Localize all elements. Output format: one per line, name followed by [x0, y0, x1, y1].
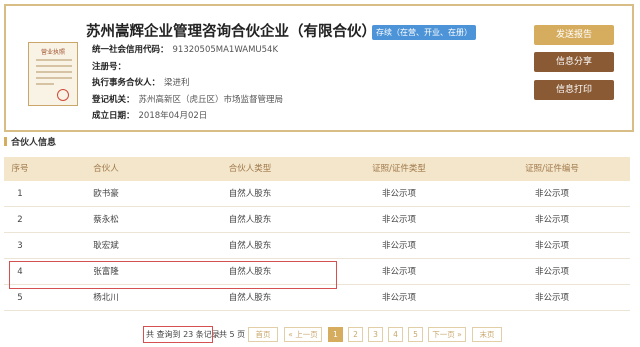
- authority-label: 登记机关：: [92, 94, 135, 105]
- cell-id-number: 非公示项: [534, 189, 569, 199]
- page-button-5[interactable]: 5: [408, 327, 423, 342]
- credit-code-value: 91320505MA1WAMU54K: [172, 45, 279, 55]
- info-row-partner: 执行事务合伙人： 梁进利: [92, 75, 283, 92]
- cell-id-number: 非公示项: [534, 267, 569, 277]
- total-records-highlight-box: [143, 326, 213, 343]
- cell-partner: 欧书豪: [93, 189, 119, 199]
- send-report-button[interactable]: 发送报告: [534, 25, 614, 45]
- cell-id-type: 非公示项: [381, 189, 416, 199]
- cell-id-number: 非公示项: [534, 241, 569, 251]
- cell-partner-type: 自然人股东: [228, 189, 272, 199]
- cell-index: 2: [17, 215, 23, 225]
- authority-value: 苏州高新区（虎丘区）市场监督管理局: [138, 94, 284, 105]
- header-partner-type: 合伙人类型: [228, 164, 272, 174]
- cell-index: 3: [17, 241, 23, 251]
- header-partner: 合伙人: [93, 164, 119, 174]
- table-header: 序号 合伙人 合伙人类型 证照/证件类型 证照/证件编号: [4, 157, 630, 181]
- header-id-number: 证照/证件编号: [525, 164, 579, 174]
- table-row: 1 欧书豪 自然人股东 非公示项 非公示项: [4, 181, 630, 207]
- table-row: 3 耿宏斌 自然人股东 非公示项 非公示项: [4, 233, 630, 259]
- info-row-reg-no: 注册号：: [92, 59, 283, 76]
- info-row-authority: 登记机关： 苏州高新区（虎丘区）市场监督管理局: [92, 92, 283, 109]
- executive-partner-value: 梁进利: [164, 78, 190, 89]
- page-button-1[interactable]: 1: [328, 327, 343, 342]
- section-title-text: 合伙人信息: [11, 138, 57, 148]
- total-pages: 共 5 页: [219, 330, 246, 339]
- prev-page-button[interactable]: « 上一页: [284, 327, 322, 342]
- reg-no-label: 注册号：: [92, 61, 127, 72]
- cell-id-type: 非公示项: [381, 267, 416, 277]
- cell-id-type: 非公示项: [381, 241, 416, 251]
- seal-icon: [57, 89, 69, 101]
- cell-partner-type: 自然人股东: [228, 215, 272, 225]
- info-row-credit-code: 统一社会信用代码： 91320505MA1WAMU54K: [92, 42, 283, 59]
- header-id-type: 证照/证件类型: [372, 164, 426, 174]
- page-button-3[interactable]: 3: [368, 327, 383, 342]
- cell-id-number: 非公示项: [534, 215, 569, 225]
- row-highlight-box: [9, 261, 337, 289]
- section-title: 合伙人信息: [4, 137, 56, 149]
- credit-code-label: 统一社会信用代码：: [92, 45, 169, 55]
- cell-partner: 蔡永松: [93, 215, 119, 225]
- cell-id-type: 非公示项: [381, 215, 416, 225]
- info-row-date: 成立日期： 2018年04月02日: [92, 108, 283, 125]
- established-date-value: 2018年04月02日: [138, 111, 208, 122]
- table-row: 2 蔡永松 自然人股东 非公示项 非公示项: [4, 207, 630, 233]
- cell-partner: 耿宏斌: [93, 241, 119, 251]
- cell-id-type: 非公示项: [381, 293, 416, 303]
- header-index: 序号: [11, 164, 29, 174]
- cell-partner-type: 自然人股东: [228, 241, 272, 251]
- business-license-image[interactable]: 营业执照: [28, 42, 78, 106]
- status-badge: 存续（在营、开业、在册）: [372, 25, 476, 40]
- license-title: 营业执照: [40, 49, 65, 56]
- established-date-label: 成立日期：: [92, 111, 135, 122]
- next-page-button[interactable]: 下一页 »: [428, 327, 466, 342]
- section-marker: [4, 137, 7, 146]
- company-name: 苏州嵩辉企业管理咨询合伙企业（有限合伙）: [86, 24, 376, 40]
- executive-partner-label: 执行事务合伙人：: [92, 78, 161, 89]
- first-page-button[interactable]: 首页: [248, 327, 278, 342]
- cell-index: 1: [17, 189, 23, 199]
- company-info: 统一社会信用代码： 91320505MA1WAMU54K 注册号： 执行事务合伙人…: [92, 42, 283, 125]
- cell-id-number: 非公示项: [534, 293, 569, 303]
- page-button-2[interactable]: 2: [348, 327, 363, 342]
- last-page-button[interactable]: 末页: [472, 327, 502, 342]
- page-button-4[interactable]: 4: [388, 327, 403, 342]
- print-info-button[interactable]: 信息打印: [534, 80, 614, 100]
- share-info-button[interactable]: 信息分享: [534, 52, 614, 72]
